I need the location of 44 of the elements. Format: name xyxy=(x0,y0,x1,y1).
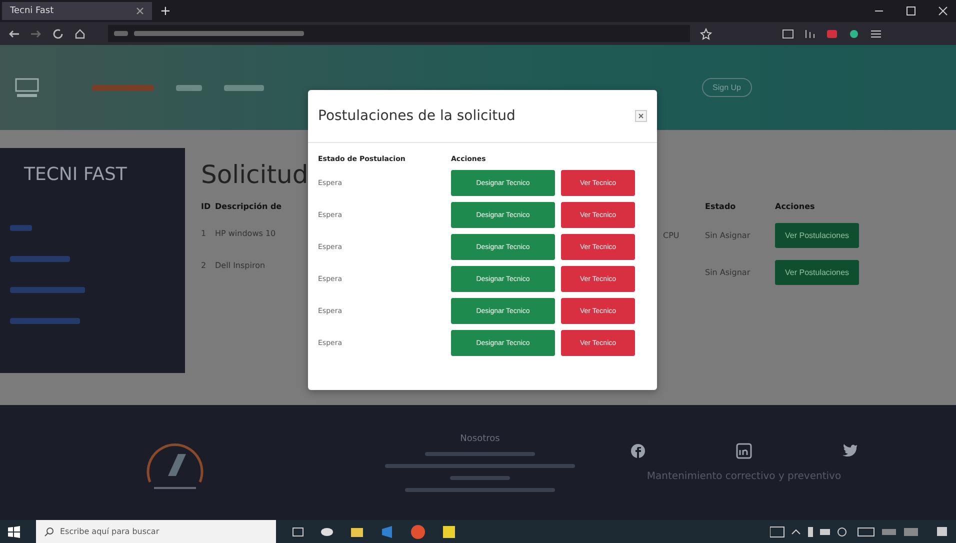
table-cell: CPU xyxy=(663,231,680,240)
contact-info-placeholder xyxy=(450,476,510,480)
close-icon xyxy=(638,113,644,119)
bird-icon[interactable] xyxy=(842,443,858,457)
table-cell-text: 2 xyxy=(201,260,208,270)
task-view-icon[interactable] xyxy=(292,526,304,538)
table-cell-text: Dell Inspiron xyxy=(215,260,266,270)
table-cell-text: Sin Asignar xyxy=(705,231,752,240)
back-arrow-icon[interactable] xyxy=(8,28,20,40)
facebook-icon[interactable] xyxy=(630,443,646,459)
footer-heading: Nosotros xyxy=(460,434,500,444)
modal-title: Postulaciones de la solicitud xyxy=(318,108,516,124)
code-editor-icon[interactable] xyxy=(380,524,394,538)
close-button[interactable] xyxy=(635,110,647,122)
column-header: ID xyxy=(201,202,212,210)
address-field[interactable] xyxy=(108,25,690,42)
star-icon[interactable] xyxy=(700,28,712,40)
table-cell-text: 1 xyxy=(201,228,208,238)
home-icon[interactable] xyxy=(74,28,86,40)
table-cell-text: Sin Asignar xyxy=(705,268,752,277)
reload-icon[interactable] xyxy=(52,28,64,40)
windows-start-icon[interactable] xyxy=(8,526,20,538)
column-header: Descripción de xyxy=(215,202,283,210)
sign-up-button[interactable]: Sign Up xyxy=(702,78,752,97)
view-applications-button[interactable]: Ver Postulaciones xyxy=(775,223,860,248)
sidebar-title: TECNI FAST xyxy=(24,164,128,185)
taskbar-search-field[interactable]: Escribe aquí para buscar xyxy=(36,520,276,543)
close-icon[interactable] xyxy=(938,6,948,16)
footer-tagline: Mantenimiento correctivo y preventivo xyxy=(646,471,842,482)
logo-icon[interactable] xyxy=(14,76,40,100)
page-heading: Solicitud xyxy=(201,160,308,189)
new-tab-button[interactable]: + xyxy=(160,4,171,18)
table-cell-text: HP windows 10 xyxy=(215,228,277,238)
forward-arrow-icon[interactable] xyxy=(30,28,42,40)
column-header: Acciones xyxy=(775,202,816,210)
search-icon xyxy=(44,526,54,536)
browser-app-icon[interactable] xyxy=(410,524,426,540)
linkedin-icon[interactable] xyxy=(736,443,752,459)
column-header: Estado xyxy=(705,202,737,210)
browser-tab[interactable]: Tecni Fast xyxy=(2,2,152,20)
view-applications-button[interactable]: Ver Postulaciones xyxy=(775,260,860,285)
menu-icon[interactable] xyxy=(870,28,882,40)
maximize-icon[interactable] xyxy=(906,6,916,16)
library-icon[interactable] xyxy=(782,28,794,40)
